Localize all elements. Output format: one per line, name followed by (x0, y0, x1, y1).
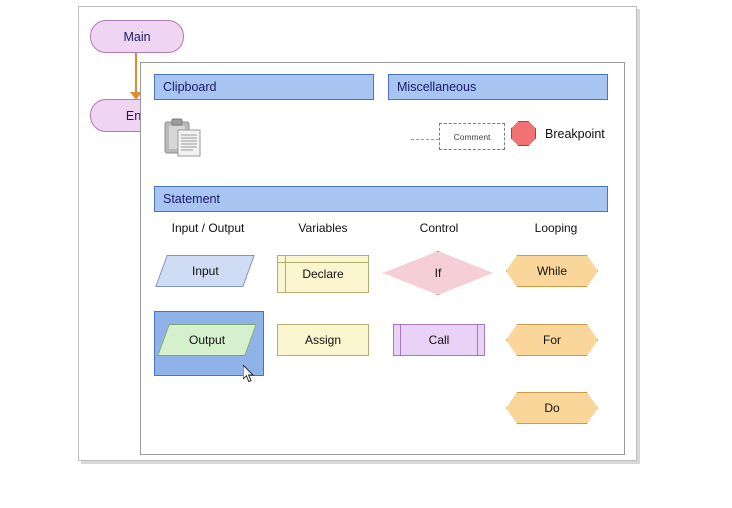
section-header-miscellaneous-label: Miscellaneous (397, 80, 477, 94)
call-inner-left-line (400, 325, 401, 355)
mouse-cursor-icon (242, 363, 255, 384)
tool-shape-declare[interactable]: Declare (277, 255, 369, 293)
flowchart-connector-line (135, 53, 137, 95)
column-header-variables: Variables (298, 221, 348, 235)
call-inner-right-line (477, 325, 478, 355)
tool-shape-input[interactable]: Input (155, 255, 255, 287)
comment-leader-line (411, 139, 439, 140)
tool-shape-if[interactable]: If (383, 251, 493, 295)
flowchart-node-main[interactable]: Main (90, 20, 184, 53)
declare-inner-top-line (278, 262, 368, 263)
canvas-shadow-bottom (81, 461, 640, 464)
tool-shape-for[interactable]: For (506, 324, 598, 356)
section-header-clipboard-label: Clipboard (163, 80, 217, 94)
section-header-clipboard[interactable]: Clipboard (154, 74, 374, 100)
screenshot-root: Main End Clipboard Miscellaneous Comment… (0, 0, 732, 508)
tool-shape-assign-label: Assign (304, 333, 342, 347)
section-header-miscellaneous[interactable]: Miscellaneous (388, 74, 608, 100)
flowchart-node-main-label: Main (123, 29, 151, 44)
breakpoint-label: Breakpoint (545, 126, 605, 141)
tool-shape-do-label: Do (544, 401, 560, 415)
breakpoint-octagon-icon (511, 121, 536, 146)
tool-shape-if-label: If (434, 266, 442, 280)
tool-shape-while[interactable]: While (506, 255, 598, 287)
tool-shape-output-label: Output (188, 333, 226, 347)
column-header-input-output: Input / Output (171, 221, 245, 235)
tool-shape-while-label: While (536, 264, 567, 278)
comment-box: Comment (439, 123, 505, 150)
tool-shape-input-label: Input (191, 264, 219, 278)
column-header-looping: Looping (534, 221, 578, 235)
tool-shape-call[interactable]: Call (393, 324, 485, 356)
comment-label: Comment (453, 131, 491, 142)
canvas-shadow-right (637, 9, 640, 464)
tool-shape-for-label: For (543, 333, 561, 347)
section-header-statement[interactable]: Statement (154, 186, 608, 212)
tool-shape-assign[interactable]: Assign (277, 324, 369, 356)
tool-shape-do[interactable]: Do (506, 392, 598, 424)
tool-shape-declare-label: Declare (302, 267, 344, 281)
column-header-control: Control (419, 221, 459, 235)
section-header-statement-label: Statement (163, 192, 220, 206)
declare-inner-left-line (285, 256, 286, 292)
clipboard-icon[interactable] (163, 118, 207, 158)
tool-shape-output[interactable]: Output (157, 324, 257, 356)
tool-breakpoint[interactable]: Breakpoint (511, 121, 605, 146)
toolbox-panel: Clipboard Miscellaneous Comment Breakpoi… (140, 62, 625, 455)
tool-shape-call-label: Call (428, 333, 450, 347)
